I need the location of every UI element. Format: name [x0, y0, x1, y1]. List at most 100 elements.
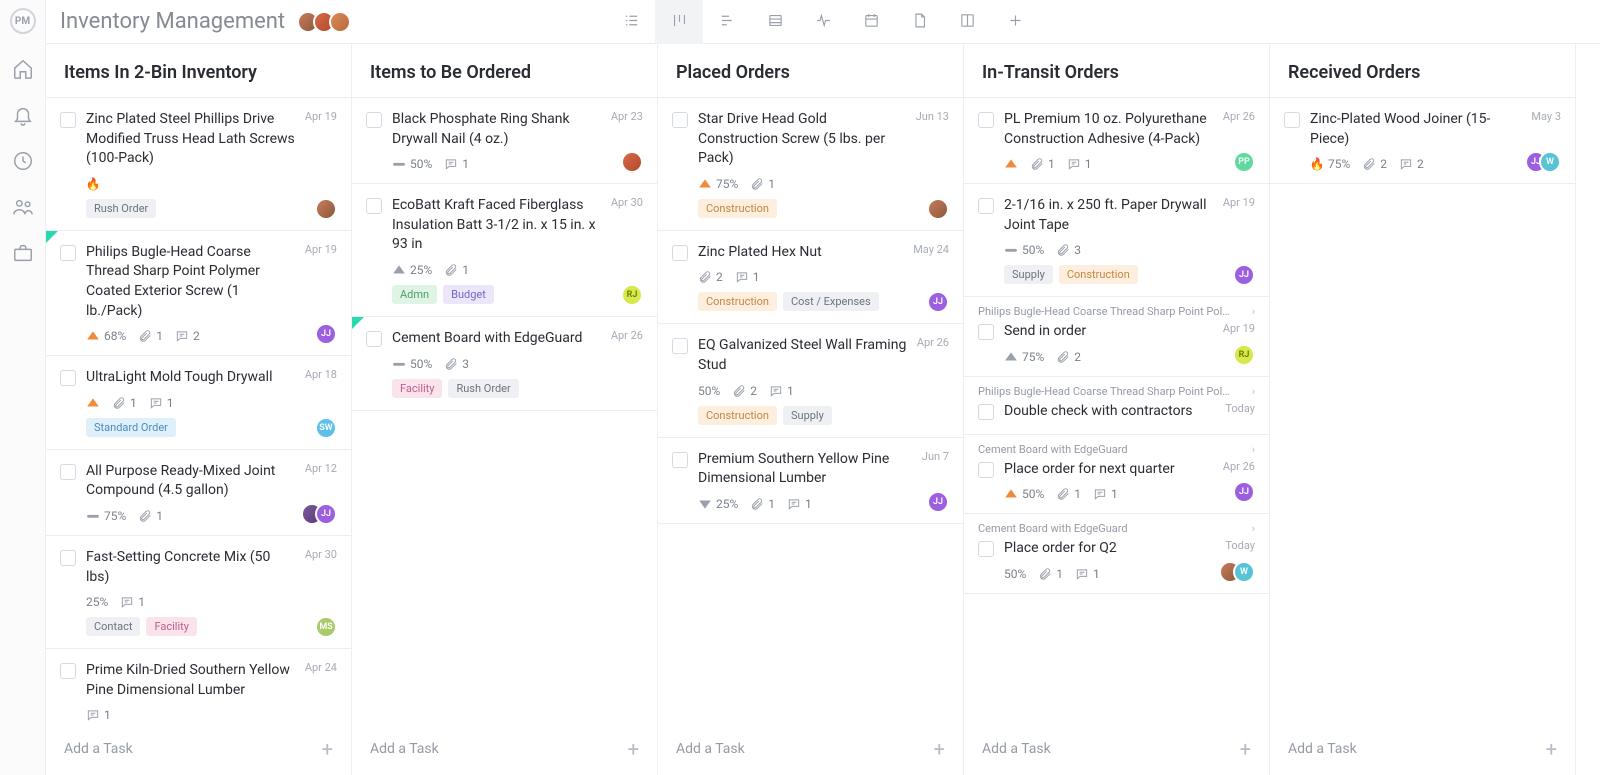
task-assignees[interactable]: MS — [315, 616, 337, 638]
task-card[interactable]: Send in orderApr 1975%2RJ — [964, 318, 1269, 377]
task-card[interactable]: Prime Kiln-Dried Southern Yellow Pine Di… — [46, 649, 351, 723]
task-assignees[interactable]: JJ — [1233, 264, 1255, 286]
task-checkbox[interactable] — [60, 370, 76, 386]
avatar[interactable]: JJ — [927, 291, 949, 313]
task-card[interactable]: Zinc Plated Steel Phillips Drive Modifie… — [46, 98, 351, 231]
tag[interactable]: Standard Order — [86, 418, 176, 437]
task-checkbox[interactable] — [1284, 112, 1300, 128]
add-task-button[interactable]: Add a Task+ — [658, 723, 963, 775]
tag[interactable]: Rush Order — [448, 379, 518, 398]
view-list-icon[interactable] — [607, 0, 655, 44]
parent-task-link[interactable]: Cement Board with EdgeGuard› — [964, 514, 1269, 535]
task-card[interactable]: All Purpose Ready-Mixed Joint Compound (… — [46, 450, 351, 536]
task-checkbox[interactable] — [366, 112, 382, 128]
task-card[interactable]: EQ Galvanized Steel Wall Framing StudApr… — [658, 324, 963, 437]
task-checkbox[interactable] — [672, 245, 688, 261]
avatar[interactable]: JJ — [315, 323, 337, 345]
briefcase-icon[interactable] — [12, 242, 34, 264]
tag[interactable]: Budget — [443, 285, 494, 304]
tag[interactable]: Cost / Expenses — [783, 292, 879, 311]
task-assignees[interactable] — [621, 151, 643, 173]
parent-task-link[interactable]: Philips Bugle-Head Coarse Thread Sharp P… — [964, 377, 1269, 398]
add-task-button[interactable]: Add a Task+ — [1270, 723, 1575, 775]
avatar[interactable]: W — [1539, 151, 1561, 173]
task-card[interactable]: Place order for Q2Today50%11W — [964, 535, 1269, 594]
task-checkbox[interactable] — [366, 331, 382, 347]
avatar[interactable] — [315, 198, 337, 220]
task-assignees[interactable]: RJ — [1233, 344, 1255, 366]
avatar[interactable] — [927, 198, 949, 220]
header-avatars[interactable] — [297, 11, 351, 33]
task-checkbox[interactable] — [978, 198, 994, 214]
task-checkbox[interactable] — [672, 338, 688, 354]
avatar[interactable]: SW — [315, 417, 337, 439]
tag[interactable]: Supply — [1004, 265, 1053, 284]
task-card[interactable]: UltraLight Mold Tough DrywallApr 1811Sta… — [46, 356, 351, 450]
view-calendar-icon[interactable] — [847, 0, 895, 44]
view-dashboard-icon[interactable] — [943, 0, 991, 44]
task-checkbox[interactable] — [366, 198, 382, 214]
task-checkbox[interactable] — [978, 112, 994, 128]
tag[interactable]: Admn — [392, 285, 437, 304]
task-assignees[interactable]: SW — [315, 417, 337, 439]
task-card[interactable]: Zinc-Plated Wood Joiner (15-Piece)May 3🔥… — [1270, 98, 1575, 184]
task-checkbox[interactable] — [60, 112, 76, 128]
avatar[interactable]: PP — [1233, 151, 1255, 173]
task-card[interactable]: PL Premium 10 oz. Polyurethane Construct… — [964, 98, 1269, 184]
clock-icon[interactable] — [12, 150, 34, 172]
tag[interactable]: Construction — [1059, 265, 1138, 284]
add-task-button[interactable]: Add a Task+ — [964, 723, 1269, 775]
task-assignees[interactable] — [315, 198, 337, 220]
avatar[interactable] — [329, 11, 351, 33]
tag[interactable]: Supply — [783, 406, 832, 425]
tag[interactable]: Construction — [698, 292, 777, 311]
task-checkbox[interactable] — [978, 404, 994, 420]
avatar[interactable]: JJ — [1233, 481, 1255, 503]
task-card[interactable]: Philips Bugle-Head Coarse Thread Sharp P… — [46, 231, 351, 356]
task-card[interactable]: Fast-Setting Concrete Mix (50 lbs)Apr 30… — [46, 536, 351, 649]
task-assignees[interactable]: W — [1219, 561, 1255, 583]
task-assignees[interactable]: JJ — [301, 503, 337, 525]
task-checkbox[interactable] — [60, 663, 76, 679]
people-icon[interactable] — [12, 196, 34, 218]
parent-task-link[interactable]: Philips Bugle-Head Coarse Thread Sharp P… — [964, 297, 1269, 318]
add-task-button[interactable]: Add a Task+ — [352, 723, 657, 775]
avatar[interactable]: MS — [315, 616, 337, 638]
task-card[interactable]: Premium Southern Yellow Pine Dimensional… — [658, 438, 963, 524]
tag[interactable]: Construction — [698, 406, 777, 425]
tag[interactable]: Rush Order — [86, 199, 156, 218]
task-card[interactable]: Place order for next quarterApr 2650%11J… — [964, 456, 1269, 515]
avatar[interactable]: JJ — [1233, 264, 1255, 286]
avatar[interactable]: JJ — [315, 503, 337, 525]
task-assignees[interactable]: JJ — [1233, 481, 1255, 503]
task-card[interactable]: Zinc Plated Hex NutMay 2421ConstructionC… — [658, 231, 963, 325]
view-table-icon[interactable] — [751, 0, 799, 44]
task-card[interactable]: Cement Board with EdgeGuardApr 2650%3Fac… — [352, 317, 657, 411]
task-checkbox[interactable] — [60, 464, 76, 480]
task-assignees[interactable]: JJ — [315, 323, 337, 345]
tag[interactable]: Facility — [146, 617, 196, 636]
avatar[interactable] — [621, 151, 643, 173]
task-card[interactable]: 2-1/16 in. x 250 ft. Paper Drywall Joint… — [964, 184, 1269, 297]
avatar[interactable]: RJ — [621, 284, 643, 306]
add-task-button[interactable]: Add a Task+ — [46, 723, 351, 775]
task-assignees[interactable]: JJ — [927, 291, 949, 313]
task-checkbox[interactable] — [672, 112, 688, 128]
avatar[interactable]: W — [1233, 561, 1255, 583]
task-card[interactable]: Star Drive Head Gold Construction Screw … — [658, 98, 963, 231]
app-logo[interactable]: PM — [10, 8, 36, 34]
task-checkbox[interactable] — [978, 462, 994, 478]
task-checkbox[interactable] — [60, 550, 76, 566]
task-checkbox[interactable] — [60, 245, 76, 261]
tag[interactable]: Construction — [698, 199, 777, 218]
avatar[interactable]: JJ — [927, 491, 949, 513]
avatar[interactable]: RJ — [1233, 344, 1255, 366]
task-assignees[interactable]: RJ — [621, 284, 643, 306]
task-assignees[interactable] — [927, 198, 949, 220]
task-card[interactable]: Double check with contractorsToday — [964, 398, 1269, 435]
tag[interactable]: Contact — [86, 617, 140, 636]
view-pulse-icon[interactable] — [799, 0, 847, 44]
task-assignees[interactable]: JJ — [927, 491, 949, 513]
task-assignees[interactable]: PP — [1233, 151, 1255, 173]
task-checkbox[interactable] — [978, 324, 994, 340]
